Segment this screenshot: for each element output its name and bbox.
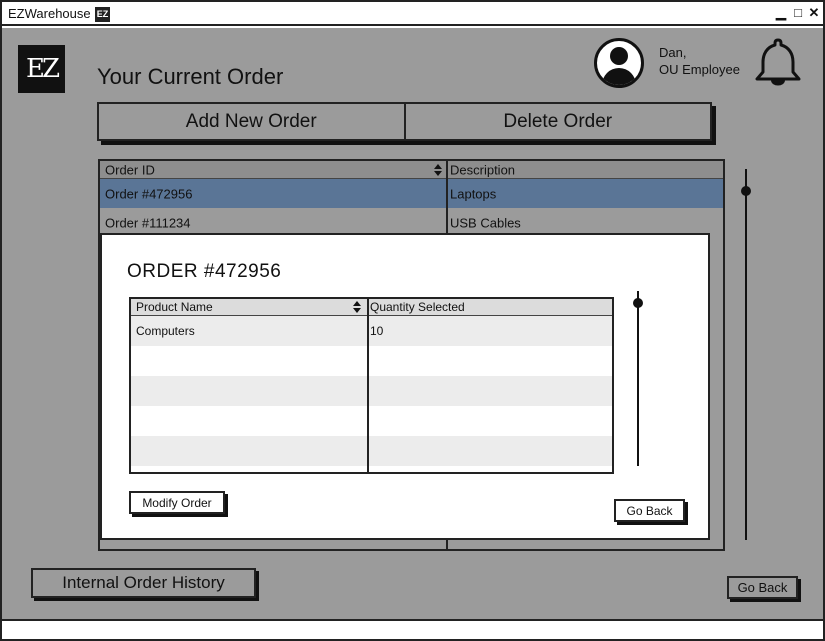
table-row[interactable] — [131, 436, 612, 466]
user-name: Dan, — [659, 45, 687, 60]
order-id-cell: Order #472956 — [105, 186, 193, 201]
minimize-button[interactable]: ▁ — [774, 6, 788, 20]
title-logo: EZ — [95, 7, 110, 22]
app-window: EZWarehouse EZ ▁ □ ✕ EZ Your Current Ord… — [0, 0, 825, 641]
footer-go-back-button[interactable]: Go Back — [727, 576, 798, 599]
column-header-order-id[interactable]: Order ID — [105, 162, 155, 177]
title-bar: EZWarehouse EZ ▁ □ ✕ — [2, 2, 823, 26]
table-row[interactable] — [131, 376, 612, 406]
delete-order-button[interactable]: Delete Order — [403, 104, 711, 139]
app-title: EZWarehouse — [8, 6, 91, 21]
internal-order-history-button[interactable]: Internal Order History — [31, 568, 256, 598]
maximize-button[interactable]: □ — [791, 6, 805, 20]
table-row[interactable]: Order #472956 Laptops — [100, 179, 723, 208]
table-row[interactable] — [131, 346, 612, 376]
user-avatar-icon[interactable] — [594, 38, 644, 88]
modal-title: ORDER #472956 — [127, 261, 282, 282]
order-items-header: Product Name Quantity Selected — [131, 299, 612, 316]
quantity-cell: 10 — [370, 324, 384, 338]
app-logo: EZ — [18, 45, 65, 93]
column-divider — [367, 299, 369, 472]
table-row[interactable] — [131, 406, 612, 436]
sort-icon[interactable] — [433, 163, 443, 177]
modal-scrollbar[interactable] — [633, 291, 643, 466]
close-button[interactable]: ✕ — [807, 6, 821, 20]
page-title: Your Current Order — [97, 64, 284, 89]
modify-order-button[interactable]: Modify Order — [129, 491, 225, 514]
status-bar — [2, 619, 823, 639]
column-header-product-name[interactable]: Product Name — [136, 300, 213, 314]
product-name-cell: Computers — [136, 324, 195, 338]
description-cell: USB Cables — [450, 215, 521, 230]
user-role: OU Employee — [659, 62, 740, 77]
sort-icon[interactable] — [352, 300, 362, 314]
column-header-quantity-selected[interactable]: Quantity Selected — [370, 300, 465, 314]
order-action-group: Add New Order Delete Order — [97, 102, 712, 141]
order-items-table: Product Name Quantity Selected Computers… — [129, 297, 614, 474]
orders-scrollbar[interactable] — [741, 169, 751, 540]
main-canvas: EZ Your Current Order Dan, OU Employee A… — [2, 28, 823, 619]
order-detail-modal: ORDER #472956 Product Name Quantity Sele… — [100, 233, 710, 540]
add-new-order-button[interactable]: Add New Order — [99, 104, 404, 139]
user-info: Dan, OU Employee — [659, 44, 740, 78]
order-id-cell: Order #111234 — [105, 215, 191, 230]
bell-icon[interactable] — [754, 36, 802, 88]
orders-table-header: Order ID Description — [100, 161, 723, 179]
column-header-description[interactable]: Description — [450, 162, 515, 177]
scrollbar-thumb[interactable] — [633, 298, 643, 308]
description-cell: Laptops — [450, 186, 497, 201]
table-row[interactable]: Computers 10 — [131, 316, 612, 346]
scrollbar-thumb[interactable] — [741, 186, 751, 196]
modal-go-back-button[interactable]: Go Back — [614, 499, 685, 522]
